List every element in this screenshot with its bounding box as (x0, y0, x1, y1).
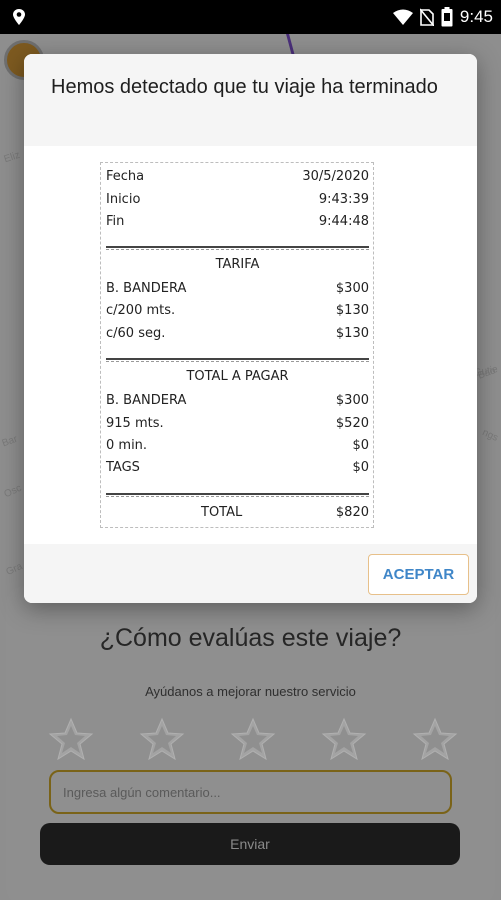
clock-time: 9:45 (459, 7, 493, 26)
no-sim-icon (419, 8, 434, 26)
receipt-label: Fecha (106, 168, 145, 184)
battery-icon (441, 7, 453, 27)
receipt-row: B. BANDERA $300 (106, 279, 369, 297)
receipt-value: 9:43:39 (318, 191, 369, 207)
receipt-row: 915 mts. $520 (106, 414, 369, 432)
accept-button[interactable]: ACEPTAR (368, 554, 469, 595)
star-icon[interactable] (230, 716, 276, 762)
rating-subtitle: Ayúdanos a mejorar nuestro servicio (145, 684, 356, 699)
receipt-label: B. BANDERA (106, 280, 187, 296)
receipt: Fecha 30/5/2020 Inicio 9:43:39 Fin 9:44:… (100, 162, 374, 528)
dialog-title: Hemos detectado que tu viaje ha terminad… (51, 76, 438, 98)
receipt-divider (106, 246, 369, 250)
receipt-value: $520 (335, 415, 369, 431)
receipt-label: Fin (106, 213, 125, 229)
receipt-value: $0 (352, 459, 369, 475)
wifi-icon (392, 9, 413, 25)
tariff-heading: TARIFA (215, 257, 260, 272)
status-bar: 9:45 (0, 0, 501, 34)
receipt-row: 0 min. $0 (106, 436, 369, 454)
rating-title: ¿Cómo evalúas este viaje? (99, 624, 402, 652)
receipt-divider (106, 358, 369, 362)
receipt-label: 0 min. (106, 437, 148, 453)
street-label: ngs (480, 427, 500, 444)
receipt-value: 30/5/2020 (302, 168, 369, 184)
receipt-label: Inicio (106, 191, 141, 207)
receipt-value: $130 (335, 325, 369, 341)
street-label: Osc (2, 482, 24, 501)
route-line (279, 34, 295, 56)
receipt-value: $300 (335, 280, 369, 296)
star-icon[interactable] (412, 716, 458, 762)
receipt-value: 9:44:48 (318, 213, 369, 229)
receipt-label: c/200 mts. (106, 302, 176, 318)
star-rating[interactable] (48, 716, 458, 762)
star-icon[interactable] (48, 716, 94, 762)
comment-input[interactable]: Ingresa algún comentario... (49, 770, 452, 814)
receipt-value: $0 (352, 437, 369, 453)
receipt-row: TAGS $0 (106, 458, 369, 476)
street-label: Eliz (2, 149, 22, 166)
trip-ended-dialog: Hemos detectado que tu viaje ha terminad… (24, 54, 477, 603)
receipt-row: c/60 seg. $130 (106, 324, 369, 342)
receipt-row: B. BANDERA $300 (106, 391, 369, 409)
payable-heading: TOTAL A PAGAR (186, 369, 289, 384)
star-icon[interactable] (321, 716, 367, 762)
receipt-total-label: TOTAL (201, 504, 243, 520)
receipt-row: c/200 mts. $130 (106, 301, 369, 319)
receipt-label: B. BANDERA (106, 392, 187, 408)
receipt-divider (106, 493, 369, 497)
receipt-value: $130 (335, 302, 369, 318)
receipt-label: 915 mts. (106, 415, 164, 431)
receipt-row: Fecha 30/5/2020 (106, 167, 369, 185)
street-label: Gra (4, 560, 25, 579)
receipt-value: $300 (335, 392, 369, 408)
star-icon[interactable] (139, 716, 185, 762)
receipt-total-row: TOTAL $820 (106, 503, 369, 521)
street-label: Bar (0, 433, 19, 450)
receipt-total-value: $820 (335, 504, 369, 520)
send-button[interactable]: Enviar (40, 823, 460, 865)
receipt-row: Inicio 9:43:39 (106, 190, 369, 208)
receipt-row: Fin 9:44:48 (106, 212, 369, 230)
receipt-label: TAGS (106, 459, 140, 475)
comment-placeholder: Ingresa algún comentario... (63, 784, 221, 800)
receipt-label: c/60 seg. (106, 325, 166, 341)
location-pin-icon (13, 9, 25, 25)
